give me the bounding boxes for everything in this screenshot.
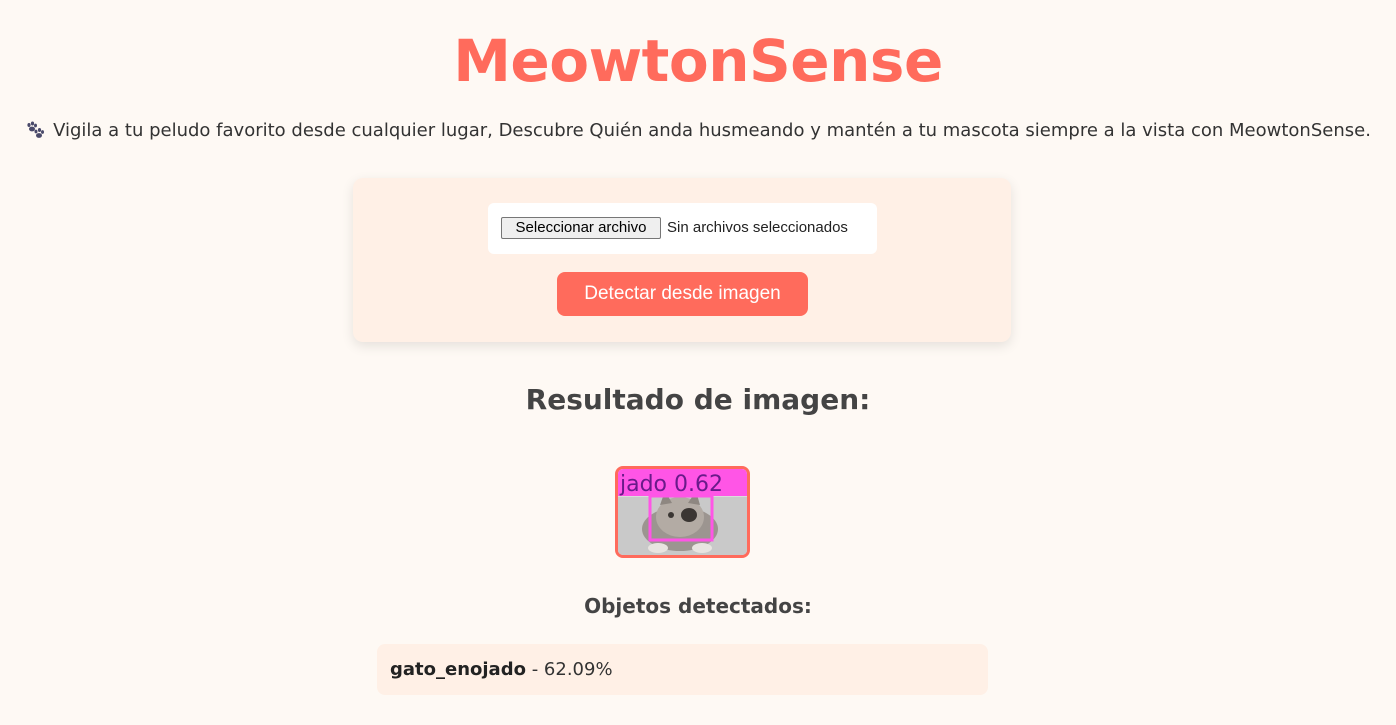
detection-item: gato_enojado - 62.09%: [377, 644, 988, 695]
tagline-text: Vigila a tu peludo favorito desde cualqu…: [53, 120, 1371, 141]
result-heading: Resultado de imagen:: [525, 383, 871, 416]
detection-overlay-label: jado 0.62: [619, 472, 723, 497]
select-file-button[interactable]: Seleccionar archivo: [501, 217, 661, 239]
detection-label: gato_enojado: [390, 659, 526, 680]
file-status: Sin archivos seleccionados: [667, 219, 848, 236]
detection-separator: -: [525, 659, 544, 680]
detected-objects-heading: Objetos detectados:: [584, 594, 812, 618]
page: MeowtonSense Vigila a tu peludo favorito…: [0, 0, 1396, 725]
file-input[interactable]: Seleccionar archivo Sin archivos selecci…: [488, 203, 877, 254]
app-title: MeowtonSense: [453, 27, 943, 95]
detection-confidence: 62.09%: [543, 659, 613, 680]
paw-prints-icon: [25, 121, 45, 139]
upload-card: Seleccionar archivo Sin archivos selecci…: [353, 178, 1011, 342]
detect-from-image-button[interactable]: Detectar desde imagen: [557, 272, 808, 316]
result-image: jado 0.62: [615, 466, 750, 558]
tagline: Vigila a tu peludo favorito desde cualqu…: [0, 118, 1396, 144]
